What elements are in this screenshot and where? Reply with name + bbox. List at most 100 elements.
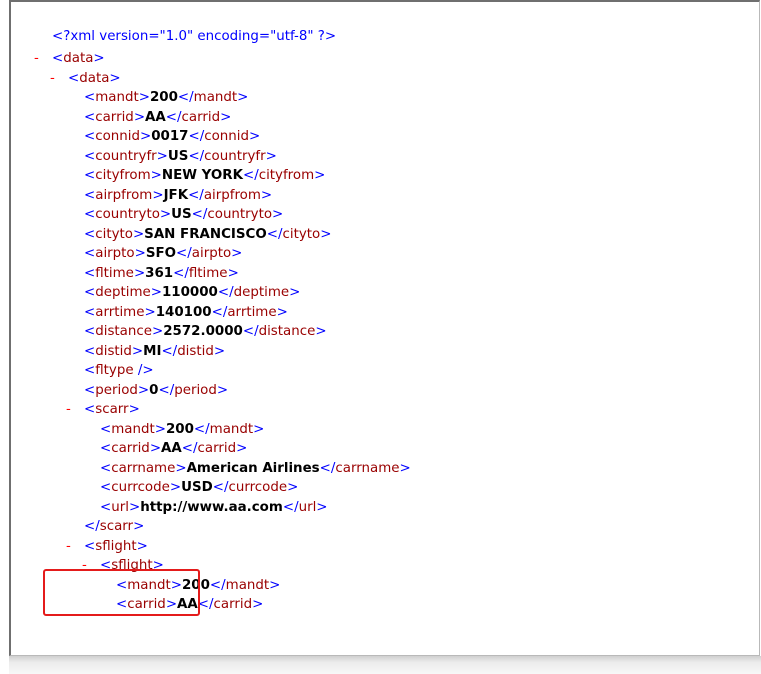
close-bracket: > <box>237 90 249 105</box>
open-bracket: < <box>84 343 96 359</box>
tag-name: cityto <box>95 226 133 242</box>
tag-name: arrtime <box>227 304 277 320</box>
open-bracket: </ <box>193 421 210 437</box>
close-bracket: > <box>316 499 328 515</box>
tag-name: period <box>174 382 217 398</box>
open-bracket: < <box>100 460 112 476</box>
close-bracket: > <box>150 168 162 183</box>
close-bracket: > <box>289 285 301 300</box>
element-value: AA <box>161 441 182 456</box>
close-bracket: > <box>93 51 105 66</box>
tag-name: deptime <box>95 285 151 300</box>
open-bracket: </ <box>173 265 189 281</box>
close-bracket: > <box>175 460 187 476</box>
open-bracket: </ <box>181 441 198 456</box>
close-bracket: > <box>152 187 164 203</box>
open-bracket: < <box>84 265 96 281</box>
tag-name: currcode <box>228 480 288 495</box>
tag-name: mandt <box>95 90 139 105</box>
element-value: 0017 <box>151 129 189 144</box>
close-bracket: > <box>150 285 162 300</box>
open-bracket: </ <box>242 168 259 183</box>
tag-name: cityto <box>282 226 321 242</box>
close-bracket: > <box>154 421 166 437</box>
close-bracket: > <box>216 382 229 398</box>
open-bracket: </ <box>188 129 205 144</box>
xml-tree-view[interactable]: <?xml version="1.0" encoding="utf-8" ?> … <box>0 0 761 656</box>
open-bracket: </ <box>197 597 214 612</box>
tag-name: sflight <box>95 538 137 554</box>
tag-name: fltime <box>188 265 228 281</box>
xml-declaration: <?xml version="1.0" encoding="utf-8" ?> <box>52 29 337 44</box>
close-bracket: > <box>138 90 150 105</box>
tag-name: airpfrom <box>95 187 153 203</box>
open-bracket: < <box>100 480 112 495</box>
element-value: MI <box>143 343 162 359</box>
tag-name: countryto <box>95 207 160 222</box>
tag-name: fltype <box>95 363 134 378</box>
close-bracket: > <box>272 207 284 222</box>
open-bracket: < <box>84 168 96 183</box>
close-bracket: > <box>134 246 146 261</box>
close-bracket: > <box>236 441 248 456</box>
close-bracket: > <box>253 421 265 437</box>
close-bracket: > <box>159 207 172 222</box>
close-bracket: > <box>136 538 148 554</box>
open-bracket: < <box>84 363 96 378</box>
open-bracket: < <box>84 246 96 261</box>
element-value: US <box>171 207 192 222</box>
tag-name: data <box>63 51 94 66</box>
close-bracket: > <box>133 265 146 281</box>
open-bracket: </ <box>266 226 283 242</box>
open-bracket: < <box>100 421 112 437</box>
open-bracket: </ <box>161 343 178 359</box>
tag-name: distid <box>95 343 132 359</box>
open-bracket: < <box>100 499 112 515</box>
sflight-highlight-box <box>43 569 200 616</box>
tag-name: scarr <box>99 519 134 534</box>
tag-name: cityfrom <box>258 168 315 183</box>
element-value: USD <box>181 480 213 495</box>
close-bracket: > <box>287 480 299 495</box>
tag-name: scarr <box>95 402 129 417</box>
tag-name: countryfr <box>95 148 157 164</box>
close-bracket: > <box>320 226 332 242</box>
element-value: 2572.0000 <box>163 324 243 339</box>
close-bracket: > <box>227 265 239 281</box>
close-bracket: > <box>252 597 264 612</box>
tag-name: url <box>298 499 317 515</box>
collapse-toggle[interactable]: - <box>50 68 55 90</box>
close-bracket: > <box>156 148 168 164</box>
open-bracket: < <box>84 129 96 144</box>
open-bracket: </ <box>158 382 175 398</box>
close-bracket: > <box>137 382 150 398</box>
element-value: http://www.aa.com <box>140 499 283 515</box>
open-bracket: </ <box>212 480 229 495</box>
tag-name: countryto <box>207 207 273 222</box>
open-bracket: < <box>84 324 96 339</box>
element-value: AA <box>145 109 166 125</box>
open-bracket: < <box>52 51 64 66</box>
close-bracket: > <box>314 168 326 183</box>
tag-name: connid <box>95 129 140 144</box>
element-value: SAN FRANCISCO <box>144 226 267 242</box>
tag-name: cityfrom <box>95 168 151 183</box>
close-bracket: > <box>128 499 141 515</box>
close-bracket: > <box>109 70 121 86</box>
tag-name: distid <box>177 343 214 359</box>
element-value: 361 <box>145 265 174 281</box>
tag-name: mandt <box>193 90 238 105</box>
collapse-toggle[interactable]: - <box>34 48 39 70</box>
element-value: 200 <box>165 421 194 437</box>
tag-name: connid <box>204 129 249 144</box>
tag-name: url <box>111 499 129 515</box>
element-value: 140100 <box>155 304 212 320</box>
close-bracket: > <box>131 343 144 359</box>
element-value: US <box>167 148 189 164</box>
collapse-toggle[interactable]: - <box>66 399 71 421</box>
open-bracket: </ <box>191 207 208 222</box>
collapse-toggle[interactable]: - <box>66 536 71 558</box>
tag-name: mandt <box>225 577 270 593</box>
close-bracket: > <box>231 246 243 261</box>
open-bracket: </ <box>177 90 194 105</box>
